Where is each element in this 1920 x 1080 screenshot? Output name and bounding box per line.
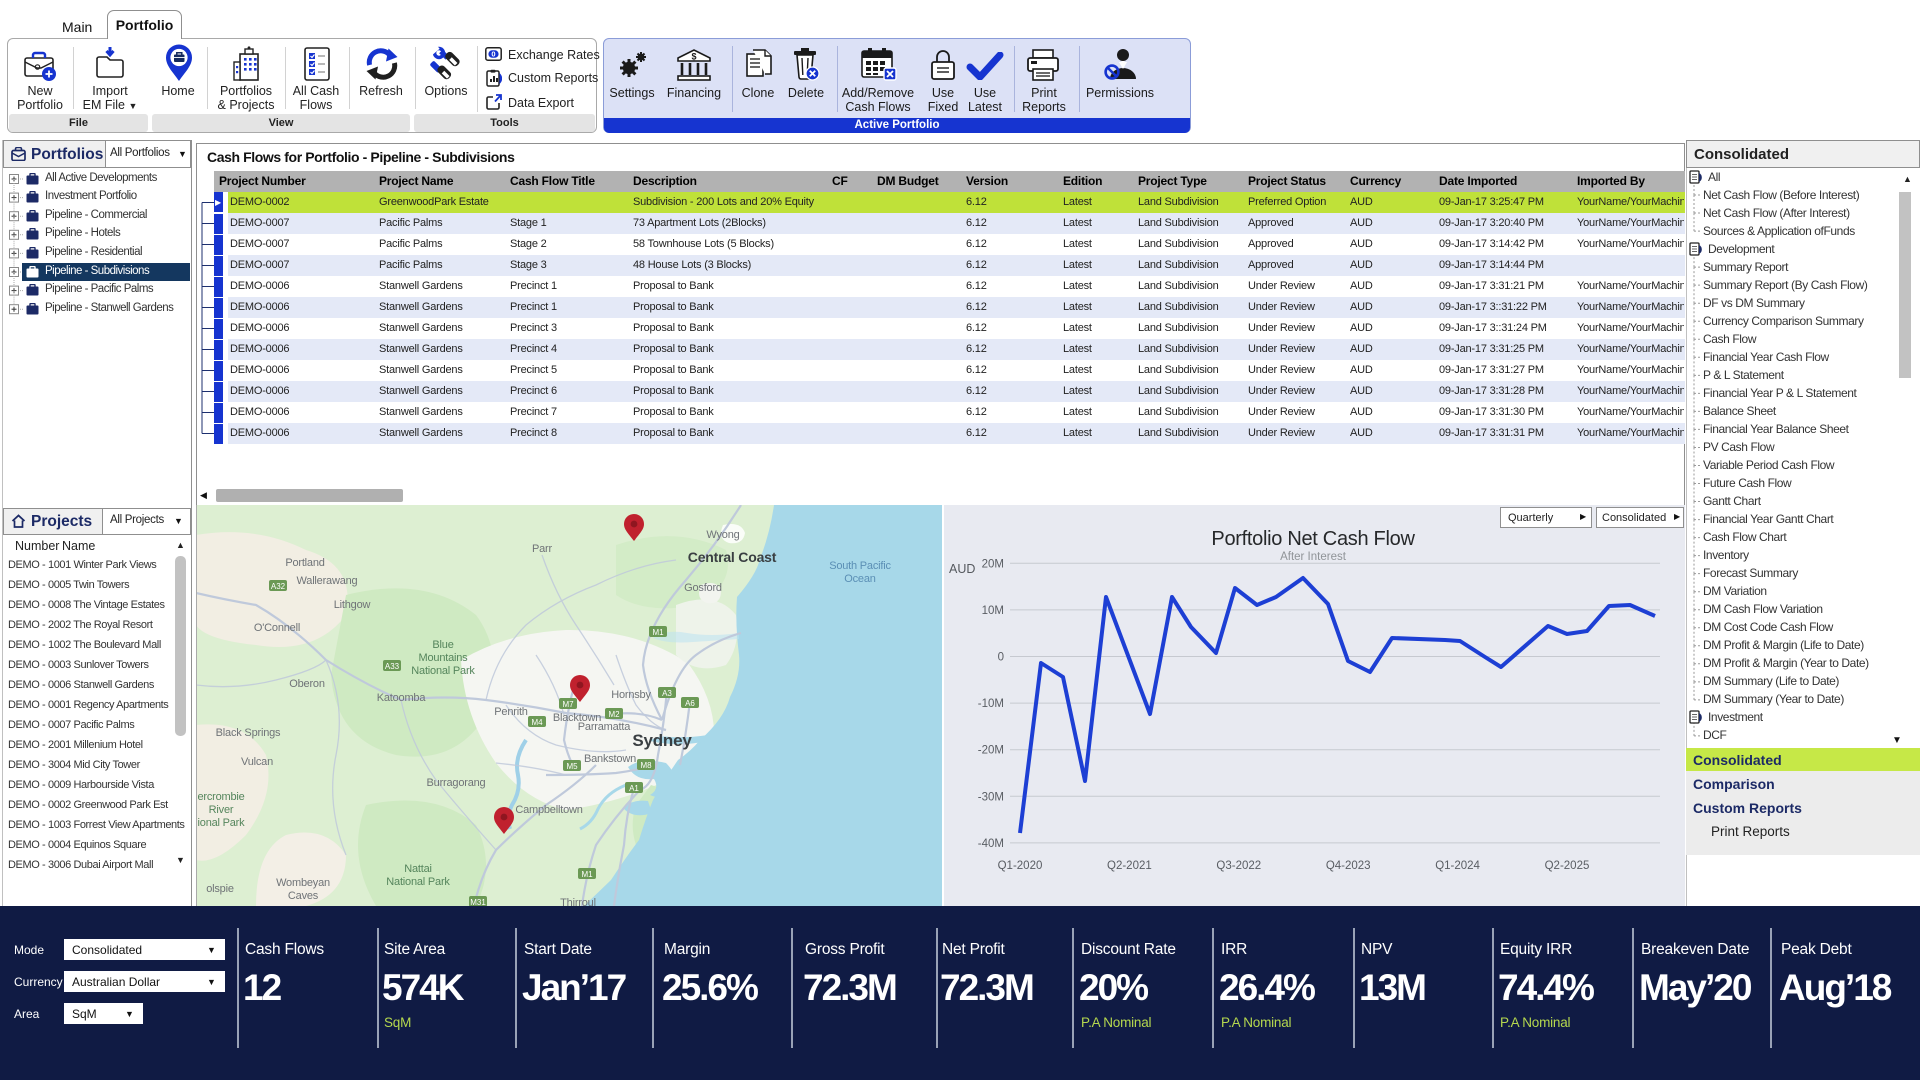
svg-text:M4: M4: [531, 718, 543, 727]
svg-text:Q2-2025: Q2-2025: [1545, 860, 1590, 872]
svg-text:O'Connell: O'Connell: [254, 622, 300, 634]
svg-text:Parr: Parr: [532, 543, 553, 555]
svg-text:Bankstown: Bankstown: [584, 753, 636, 765]
svg-text:Q2-2021: Q2-2021: [1107, 860, 1152, 872]
svg-text:Caves: Caves: [288, 890, 319, 902]
svg-text:-40M: -40M: [978, 838, 1004, 850]
svg-text:A32: A32: [271, 582, 286, 591]
svg-text:ercrombie: ercrombie: [197, 791, 244, 803]
svg-text:-20M: -20M: [978, 745, 1004, 757]
svg-text:Nattai: Nattai: [404, 863, 432, 875]
svg-text:River: River: [209, 804, 234, 816]
svg-text:National Park: National Park: [386, 876, 450, 888]
svg-text:10M: 10M: [982, 605, 1004, 617]
svg-text:Wyong: Wyong: [706, 529, 739, 541]
svg-text:0: 0: [491, 49, 495, 58]
svg-text:0: 0: [998, 652, 1004, 664]
svg-text:Mountains: Mountains: [419, 652, 469, 664]
svg-text:After Interest: After Interest: [1280, 551, 1347, 563]
svg-text:Penrith: Penrith: [494, 706, 528, 718]
svg-text:Thirroul: Thirroul: [560, 897, 596, 906]
svg-text:M1: M1: [652, 628, 664, 637]
svg-text:M31: M31: [470, 898, 486, 906]
svg-text:M1: M1: [581, 870, 593, 879]
svg-text:Portland: Portland: [285, 557, 324, 569]
svg-text:Parramatta: Parramatta: [578, 721, 631, 733]
svg-text:Oberon: Oberon: [289, 678, 325, 690]
svg-text:Gosford: Gosford: [684, 582, 722, 594]
svg-text:Ocean: Ocean: [844, 573, 875, 585]
svg-text:-10M: -10M: [978, 698, 1004, 710]
svg-text:M7: M7: [562, 700, 574, 709]
svg-text:Campbelltown: Campbelltown: [515, 804, 582, 816]
svg-text:Q1-2020: Q1-2020: [998, 860, 1043, 872]
svg-text:National Park: National Park: [411, 665, 475, 677]
svg-text:M5: M5: [566, 762, 578, 771]
svg-text:olspie: olspie: [206, 883, 234, 895]
svg-text:M8: M8: [640, 761, 652, 770]
svg-text:A1: A1: [629, 784, 639, 793]
svg-text:Burragorang: Burragorang: [427, 777, 486, 789]
svg-text:South Pacific: South Pacific: [829, 560, 891, 572]
svg-text:$: $: [691, 52, 696, 62]
svg-text:-30M: -30M: [978, 791, 1004, 803]
svg-text:A6: A6: [685, 699, 695, 708]
svg-text:A33: A33: [385, 662, 400, 671]
svg-text:Katoomba: Katoomba: [377, 692, 427, 704]
svg-text:M2: M2: [608, 710, 620, 719]
svg-text:ional Park: ional Park: [198, 817, 246, 829]
svg-text:Q4-2023: Q4-2023: [1326, 860, 1371, 872]
svg-text:Lithgow: Lithgow: [334, 599, 371, 611]
svg-text:AUD: AUD: [949, 562, 975, 576]
svg-text:Porftolio Net Cash Flow: Porftolio Net Cash Flow: [1211, 528, 1415, 550]
svg-text:Vulcan: Vulcan: [241, 756, 273, 768]
svg-text:Q3-2022: Q3-2022: [1216, 860, 1261, 872]
svg-text:A3: A3: [662, 689, 672, 698]
svg-text:Blue: Blue: [432, 639, 453, 651]
svg-text:20M: 20M: [982, 558, 1004, 570]
svg-text:Wombeyan: Wombeyan: [276, 877, 330, 889]
svg-text:Hornsby: Hornsby: [611, 689, 651, 701]
svg-text:Wallerawang: Wallerawang: [297, 575, 358, 587]
svg-text:Sydney: Sydney: [632, 731, 692, 750]
svg-text:Black Springs: Black Springs: [216, 727, 281, 739]
svg-text:Q1-2024: Q1-2024: [1435, 860, 1480, 872]
svg-text:Central Coast: Central Coast: [688, 549, 777, 565]
